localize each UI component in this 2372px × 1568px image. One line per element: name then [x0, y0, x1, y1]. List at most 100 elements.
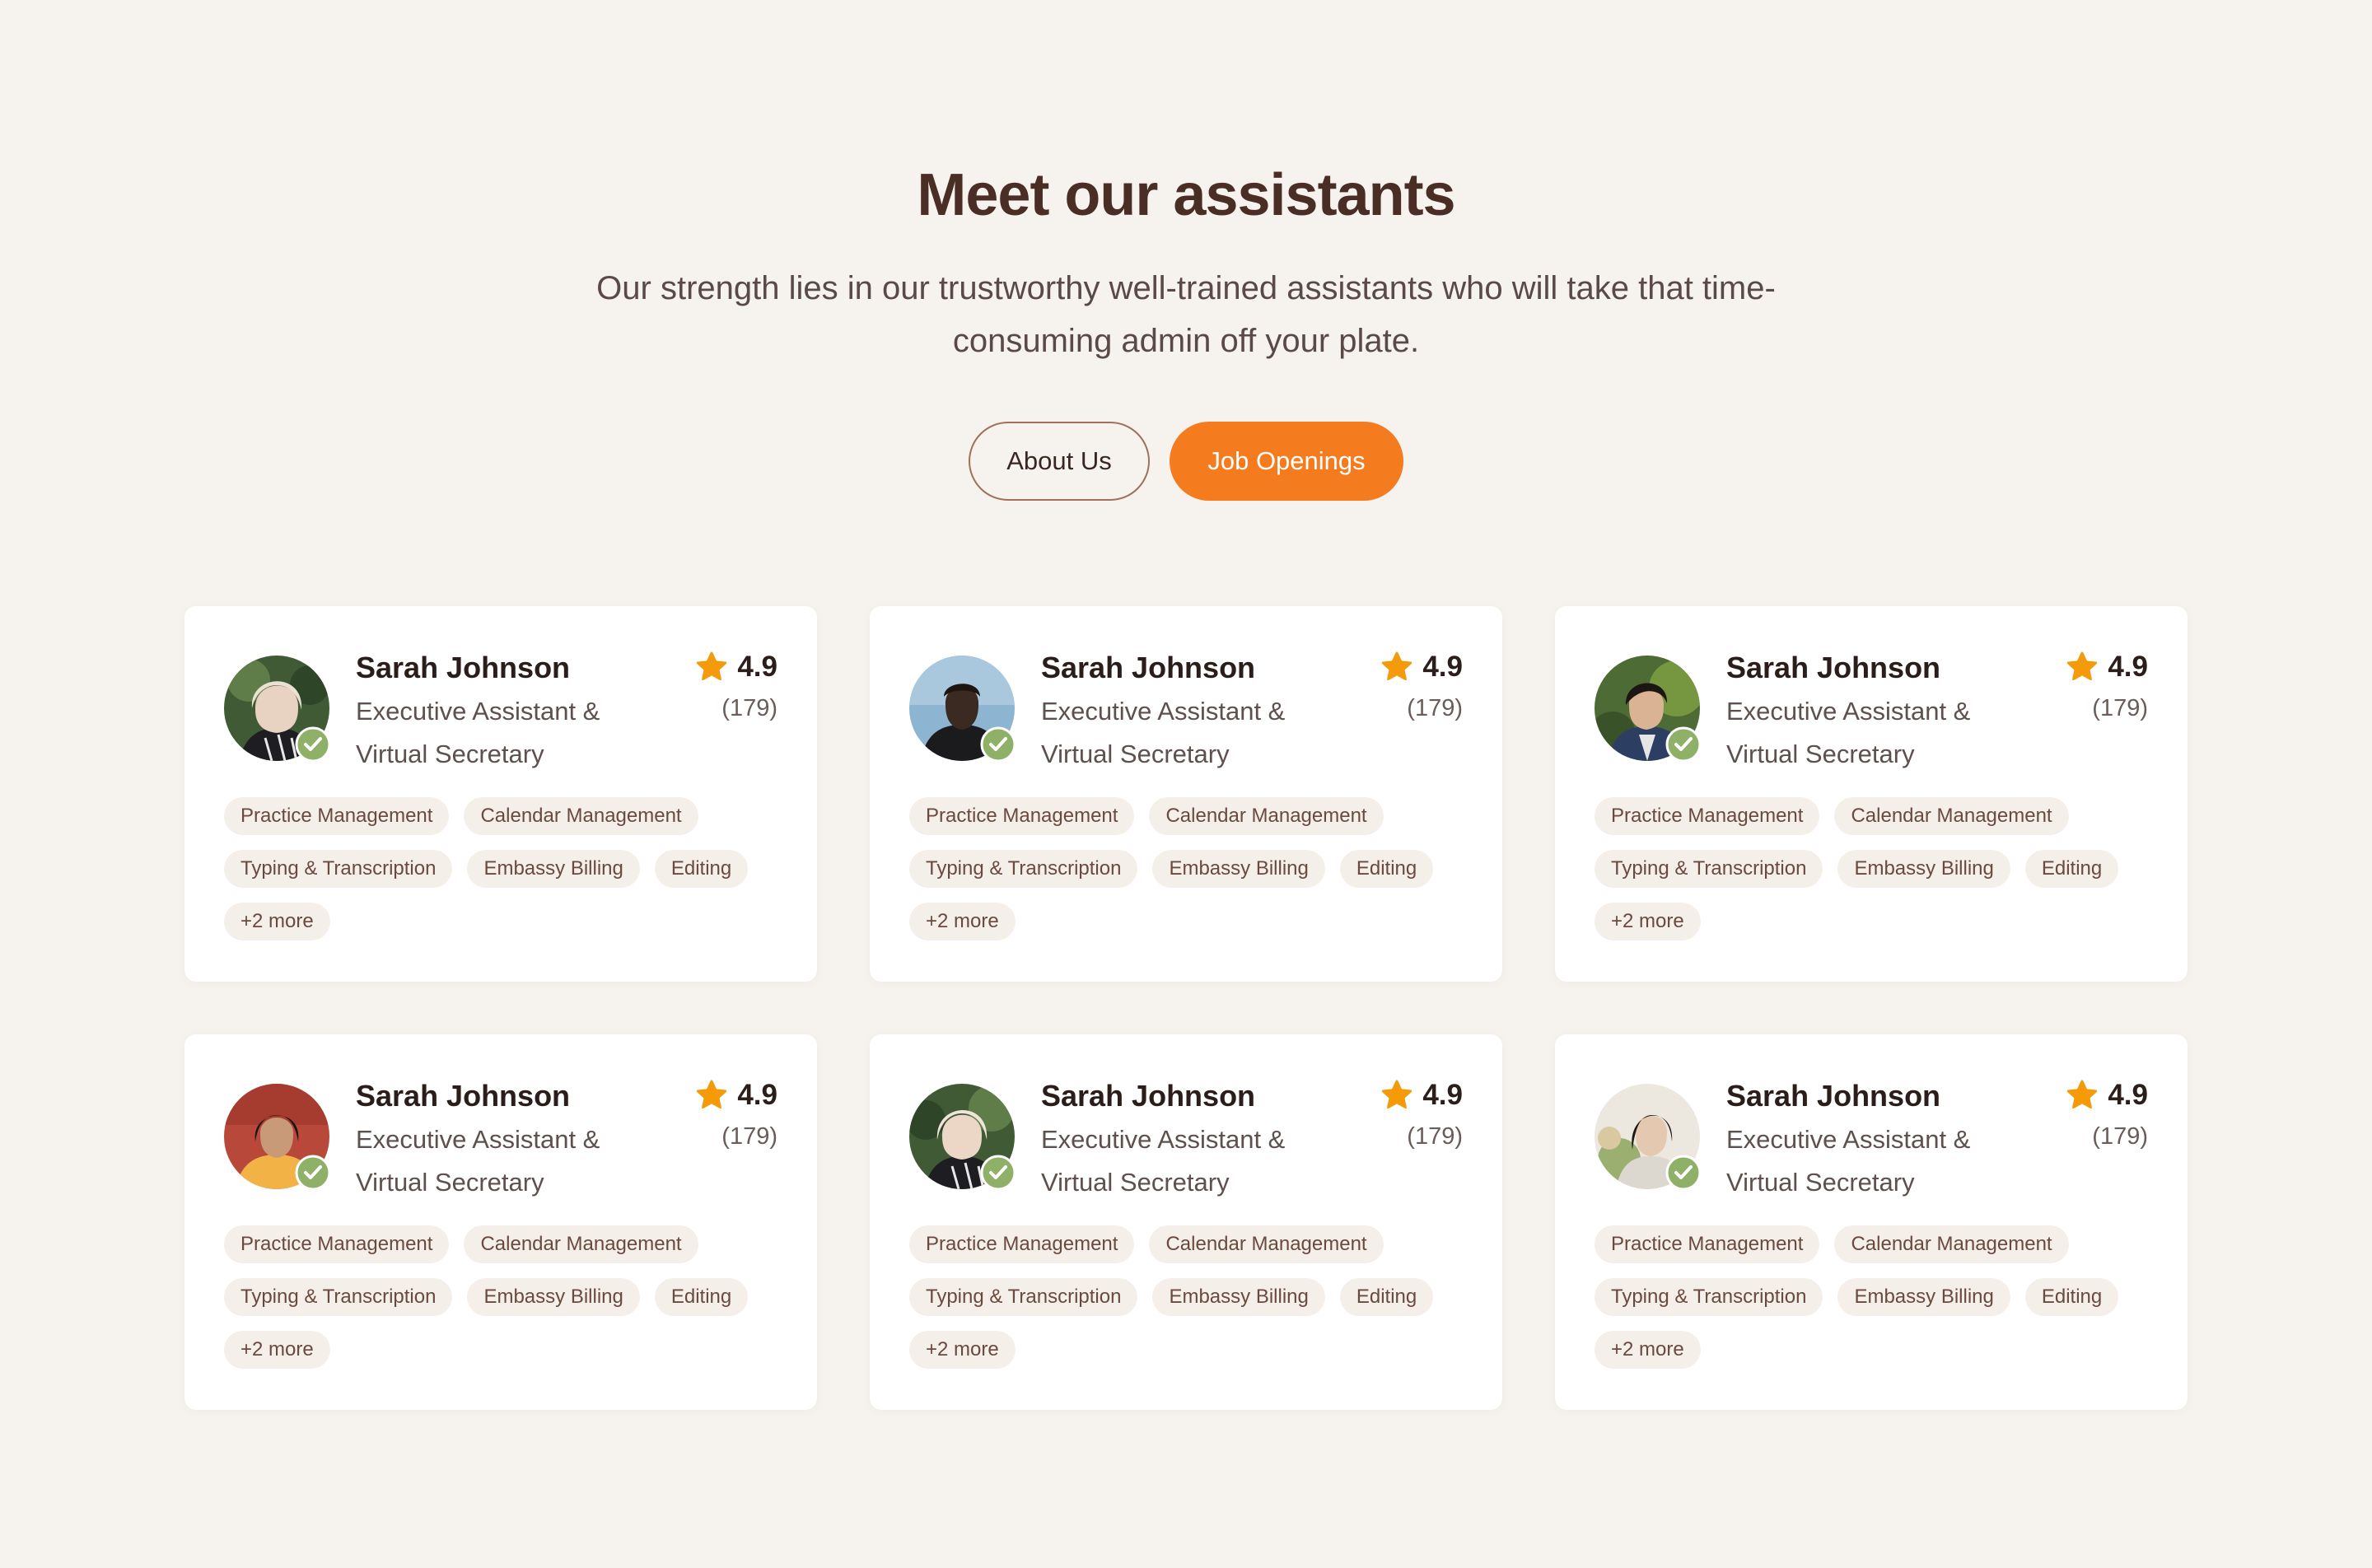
assistant-name: Sarah Johnson: [356, 651, 571, 684]
skill-tag: Typing & Transcription: [224, 1278, 453, 1316]
skill-tag: Editing: [1339, 850, 1434, 888]
assistant-name: Sarah Johnson: [1726, 651, 1941, 684]
rating: 4.9: [1380, 1077, 1463, 1113]
review-count: (179): [2092, 1123, 2148, 1150]
skill-tags: Practice Management Calendar Management …: [224, 1225, 768, 1369]
rating: 4.9: [694, 1077, 777, 1113]
skill-tag: Calendar Management: [464, 1225, 698, 1263]
skill-tag: Typing & Transcription: [1595, 850, 1823, 888]
verified-check-icon: [295, 1155, 331, 1191]
skill-tag: Calendar Management: [1149, 797, 1384, 835]
skill-tag: Embassy Billing: [1837, 1278, 2010, 1316]
assistant-role: Executive Assistant & Virtual Secretary: [1726, 1125, 1971, 1197]
assistant-role: Executive Assistant & Virtual Secretary: [1041, 1125, 1286, 1197]
skill-tag: Calendar Management: [1149, 1225, 1384, 1263]
skill-tag: Typing & Transcription: [224, 850, 453, 888]
verified-check-icon: [1665, 1155, 1702, 1191]
rating: 4.9: [2065, 1077, 2148, 1113]
skill-tag: Practice Management: [224, 1225, 450, 1263]
avatar: [224, 1084, 331, 1191]
star-icon: [697, 1080, 727, 1109]
assistant-role: Executive Assistant & Virtual Secretary: [1041, 697, 1286, 768]
skill-tag: Typing & Transcription: [909, 1278, 1138, 1316]
more-tags-link[interactable]: +2 more: [1595, 903, 1701, 940]
assistant-name: Sarah Johnson: [356, 1079, 571, 1113]
avatar: [909, 1084, 1016, 1191]
skill-tag: Practice Management: [1595, 1225, 1820, 1263]
more-tags-link[interactable]: +2 more: [1595, 1331, 1701, 1369]
avatar: [1595, 656, 1702, 763]
verified-check-icon: [980, 1155, 1016, 1191]
review-count: (179): [2092, 695, 2148, 721]
more-tags-link[interactable]: +2 more: [224, 1331, 330, 1369]
skill-tag: Practice Management: [224, 797, 450, 835]
assistant-card[interactable]: Sarah Johnson Executive Assistant & Virt…: [1555, 606, 2188, 982]
rating-value: 4.9: [2108, 651, 2148, 683]
star-icon: [2067, 651, 2098, 681]
more-tags-link[interactable]: +2 more: [909, 903, 1016, 940]
rating: 4.9: [694, 649, 777, 685]
skill-tags: Practice Management Calendar Management …: [224, 797, 768, 940]
rating-value: 4.9: [2108, 1079, 2148, 1111]
avatar: [224, 656, 331, 763]
rating-value: 4.9: [1422, 651, 1463, 683]
skill-tag: Editing: [654, 1278, 749, 1316]
skill-tag: Embassy Billing: [1152, 850, 1325, 888]
about-us-button[interactable]: About Us: [969, 422, 1150, 501]
verified-check-icon: [295, 726, 331, 763]
skill-tag: Editing: [2024, 1278, 2119, 1316]
skill-tag: Practice Management: [909, 797, 1135, 835]
more-tags-link[interactable]: +2 more: [909, 1331, 1016, 1369]
assistant-card[interactable]: Sarah Johnson Executive Assistant & Virt…: [1555, 1034, 2188, 1410]
skill-tag: Editing: [654, 850, 749, 888]
star-icon: [1382, 1080, 1412, 1109]
assistant-card[interactable]: Sarah Johnson Executive Assistant & Virt…: [184, 606, 817, 982]
skill-tag: Editing: [2024, 850, 2119, 888]
more-tags-link[interactable]: +2 more: [224, 903, 330, 940]
review-count: (179): [1407, 695, 1463, 721]
assistants-section: Meet our assistants Our strength lies in…: [0, 0, 2372, 1568]
skill-tag: Embassy Billing: [467, 850, 640, 888]
assistant-role: Executive Assistant & Virtual Secretary: [356, 1125, 600, 1197]
skill-tag: Embassy Billing: [467, 1278, 640, 1316]
skill-tag: Editing: [1339, 1278, 1434, 1316]
skill-tag: Practice Management: [1595, 797, 1820, 835]
rating-value: 4.9: [737, 651, 777, 683]
skill-tags: Practice Management Calendar Management …: [1595, 1225, 2138, 1369]
skill-tag: Calendar Management: [464, 797, 698, 835]
skill-tag: Typing & Transcription: [1595, 1278, 1823, 1316]
assistant-card[interactable]: Sarah Johnson Executive Assistant & Virt…: [184, 1034, 817, 1410]
skill-tags: Practice Management Calendar Management …: [909, 797, 1453, 940]
star-icon: [1382, 651, 1412, 681]
review-count: (179): [721, 1123, 777, 1150]
skill-tag: Calendar Management: [1834, 1225, 2069, 1263]
verified-check-icon: [980, 726, 1016, 763]
skill-tags: Practice Management Calendar Management …: [909, 1225, 1453, 1369]
skill-tags: Practice Management Calendar Management …: [1595, 797, 2138, 940]
section-title: Meet our assistants: [917, 162, 1455, 228]
assistant-name: Sarah Johnson: [1041, 1079, 1256, 1113]
star-icon: [2067, 1080, 2098, 1109]
skill-tag: Practice Management: [909, 1225, 1135, 1263]
assistant-name: Sarah Johnson: [1726, 1079, 1941, 1113]
star-icon: [697, 651, 727, 681]
assistant-role: Executive Assistant & Virtual Secretary: [1726, 697, 1971, 768]
rating-value: 4.9: [737, 1079, 777, 1111]
assistant-card[interactable]: Sarah Johnson Executive Assistant & Virt…: [870, 606, 1502, 982]
rating-value: 4.9: [1422, 1079, 1463, 1111]
assistant-role: Executive Assistant & Virtual Secretary: [356, 697, 600, 768]
verified-check-icon: [1665, 726, 1702, 763]
skill-tag: Embassy Billing: [1837, 850, 2010, 888]
skill-tag: Calendar Management: [1834, 797, 2069, 835]
review-count: (179): [721, 695, 777, 721]
assistant-card[interactable]: Sarah Johnson Executive Assistant & Virt…: [870, 1034, 1502, 1410]
rating: 4.9: [2065, 649, 2148, 685]
review-count: (179): [1407, 1123, 1463, 1150]
avatar: [909, 656, 1016, 763]
job-openings-button[interactable]: Job Openings: [1170, 422, 1403, 501]
assistants-grid: Sarah Johnson Executive Assistant & Virt…: [184, 606, 2188, 1410]
skill-tag: Embassy Billing: [1152, 1278, 1325, 1316]
skill-tag: Typing & Transcription: [909, 850, 1138, 888]
assistant-name: Sarah Johnson: [1041, 651, 1256, 684]
avatar: [1595, 1084, 1702, 1191]
